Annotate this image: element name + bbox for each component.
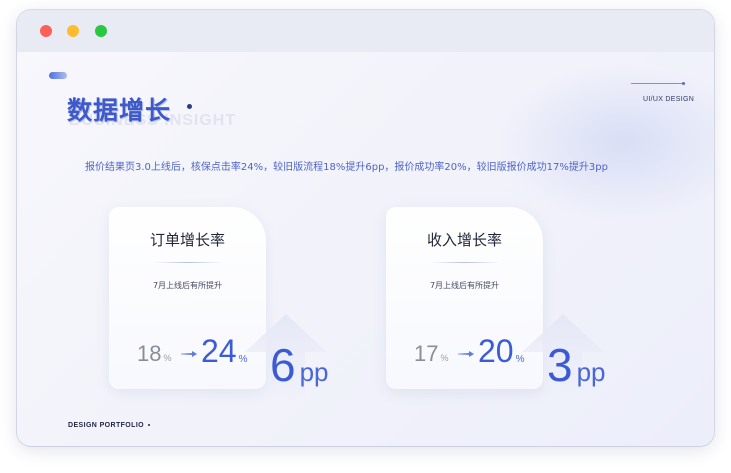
browser-window: BUSINESS INSIGHT 数据增长 UI/UX DESIGN 报价结果页…: [17, 10, 714, 446]
old-value: 17%: [414, 341, 449, 367]
delta-value-revenue: 3 pp: [547, 342, 606, 388]
old-value-number: 18: [137, 341, 162, 366]
new-value: 24%: [201, 333, 248, 370]
percent-sign: %: [163, 353, 172, 363]
footer-dot-decoration: [148, 424, 151, 427]
maximize-icon[interactable]: [95, 25, 107, 37]
title-dot-decoration: [187, 104, 192, 109]
footer-text: DESIGN PORTFOLIO: [68, 422, 145, 429]
tag-line-decoration: [631, 82, 685, 85]
close-icon[interactable]: [40, 25, 52, 37]
page-title: 数据增长: [67, 96, 172, 125]
arrow-right-icon: [458, 351, 474, 357]
card-divider: [153, 262, 223, 263]
new-value: 20%: [478, 333, 525, 370]
footer-label: DESIGN PORTFOLIO: [68, 422, 151, 429]
card-subtitle: 7月上线后有所提升: [429, 281, 500, 290]
design-tag: UI/UX DESIGN: [643, 96, 695, 103]
slide-content: BUSINESS INSIGHT 数据增长 UI/UX DESIGN 报价结果页…: [17, 52, 714, 446]
delta-number: 6: [270, 339, 296, 391]
new-value-number: 20: [478, 333, 514, 369]
summary-text: 报价结果页3.0上线后，核保点击率24%，较旧版流程18%提升6pp，报价成功率…: [85, 162, 608, 173]
card-divider: [430, 262, 500, 263]
metric-card-revenue: 收入增长率 7月上线后有所提升 17% 20%: [386, 207, 543, 389]
percent-sign: %: [440, 353, 449, 363]
old-value-number: 17: [414, 341, 439, 366]
card-title: 订单增长率: [149, 231, 225, 249]
arrow-right-icon: [181, 351, 197, 357]
old-value: 18%: [137, 341, 172, 367]
card-title: 收入增长率: [426, 231, 502, 249]
delta-number: 3: [547, 339, 573, 391]
minimize-icon[interactable]: [67, 25, 79, 37]
background-glow: [494, 62, 714, 222]
delta-unit: pp: [299, 357, 329, 387]
delta-unit: pp: [576, 357, 606, 387]
metric-card-orders: 订单增长率 7月上线后有所提升 18% 24%: [109, 207, 266, 389]
window-titlebar: [17, 10, 714, 52]
new-value-number: 24: [201, 333, 237, 369]
pill-decoration: [49, 72, 67, 79]
card-subtitle: 7月上线后有所提升: [152, 281, 223, 290]
delta-value-orders: 6 pp: [270, 342, 329, 388]
